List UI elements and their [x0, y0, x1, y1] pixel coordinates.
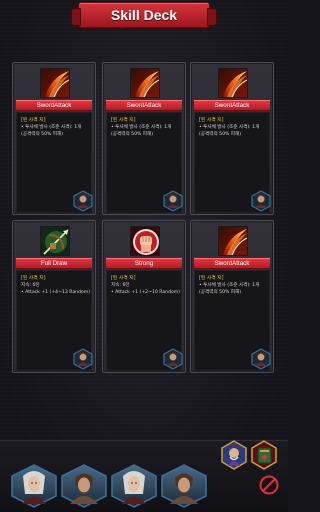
card-effect-line: (공격력의 50% 피해) — [199, 290, 242, 295]
cancel-button[interactable] — [258, 474, 280, 496]
card-name: Strong — [106, 258, 182, 269]
skill-card[interactable]: SwordAttack [된 사격 지] • 투사체 발사 (조준 사격): 1개 (… — [190, 220, 274, 373]
title-banner: Skill Deck — [71, 2, 217, 28]
character-portrait-icon — [73, 190, 93, 212]
card-name: SwordAttack — [16, 100, 92, 111]
wizard-portrait-icon[interactable] — [220, 440, 248, 470]
skill-card[interactable]: Full Draw [된 사격 지] 지속: 6턴 • Attack +1 (+4~1… — [12, 220, 96, 373]
card-name: Full Draw — [16, 258, 92, 269]
page-title: Skill Deck — [110, 7, 178, 23]
skill-card[interactable]: SwordAttack [된 사격 지] • 투사체 발사 (조준 사격): 1개 (… — [12, 62, 96, 215]
character-portrait-icon — [251, 190, 271, 212]
sword-slash-icon — [40, 68, 70, 98]
card-name: SwordAttack — [106, 100, 182, 111]
character-portrait-icon — [163, 348, 183, 370]
character-portrait-icon — [251, 348, 271, 370]
arrow-draw-icon — [40, 226, 70, 256]
sword-slash-icon — [218, 68, 248, 98]
card-type: [된 사격 지] — [21, 118, 46, 123]
card-type: [된 사격 지] — [111, 276, 136, 281]
card-effect-line: • 투사체 발사 (조준 사격): 1개 — [199, 125, 260, 130]
hero-elf-portrait[interactable] — [10, 464, 58, 508]
card-effect-line: • Attack +1 (+2~10 Random) — [111, 290, 181, 295]
sword-slash-icon — [130, 68, 160, 98]
skill-card[interactable]: Strong [된 사격 지] 지속: 6턴 • Attack +1 (+2~10 R… — [102, 220, 186, 373]
card-effect-line: (공격력의 50% 피해) — [199, 132, 242, 137]
card-effect-line: (공격력의 50% 피해) — [21, 132, 64, 137]
skill-card[interactable]: SwordAttack [된 사격 지] • 투사체 발사 (조준 사격): 1개 (… — [190, 62, 274, 215]
sword-slash-icon — [218, 226, 248, 256]
hero-warrior-portrait[interactable] — [160, 464, 208, 508]
hero-elf-portrait[interactable] — [110, 464, 158, 508]
card-effect-line: • 투사체 발사 (조준 사격): 1개 — [199, 283, 260, 288]
card-effect-line: 지속: 6턴 — [21, 283, 40, 288]
spellbook-icon[interactable] — [250, 440, 278, 470]
card-effect-line: • Attack +1 (+4~13 Random) — [21, 290, 91, 295]
character-portrait-icon — [163, 190, 183, 212]
card-effect-line: • 투사체 발사 (조준 사격): 1개 — [111, 125, 172, 130]
character-portrait-icon — [73, 348, 93, 370]
card-name: SwordAttack — [194, 258, 270, 269]
card-effect-line: • 투사체 발사 (조준 사격): 1개 — [21, 125, 82, 130]
hero-warrior-portrait[interactable] — [60, 464, 108, 508]
card-effect-line: (공격력의 50% 피해) — [111, 132, 154, 137]
card-effect-line: 지속: 6턴 — [111, 283, 130, 288]
card-type: [된 사격 지] — [199, 276, 224, 281]
strong-fist-icon — [130, 226, 160, 256]
card-name: SwordAttack — [194, 100, 270, 111]
card-type: [된 사격 지] — [111, 118, 136, 123]
card-type: [된 사격 지] — [21, 276, 46, 281]
card-type: [된 사격 지] — [199, 118, 224, 123]
skill-card[interactable]: SwordAttack [된 사격 지] • 투사체 발사 (조준 사격): 1개 (… — [102, 62, 186, 215]
